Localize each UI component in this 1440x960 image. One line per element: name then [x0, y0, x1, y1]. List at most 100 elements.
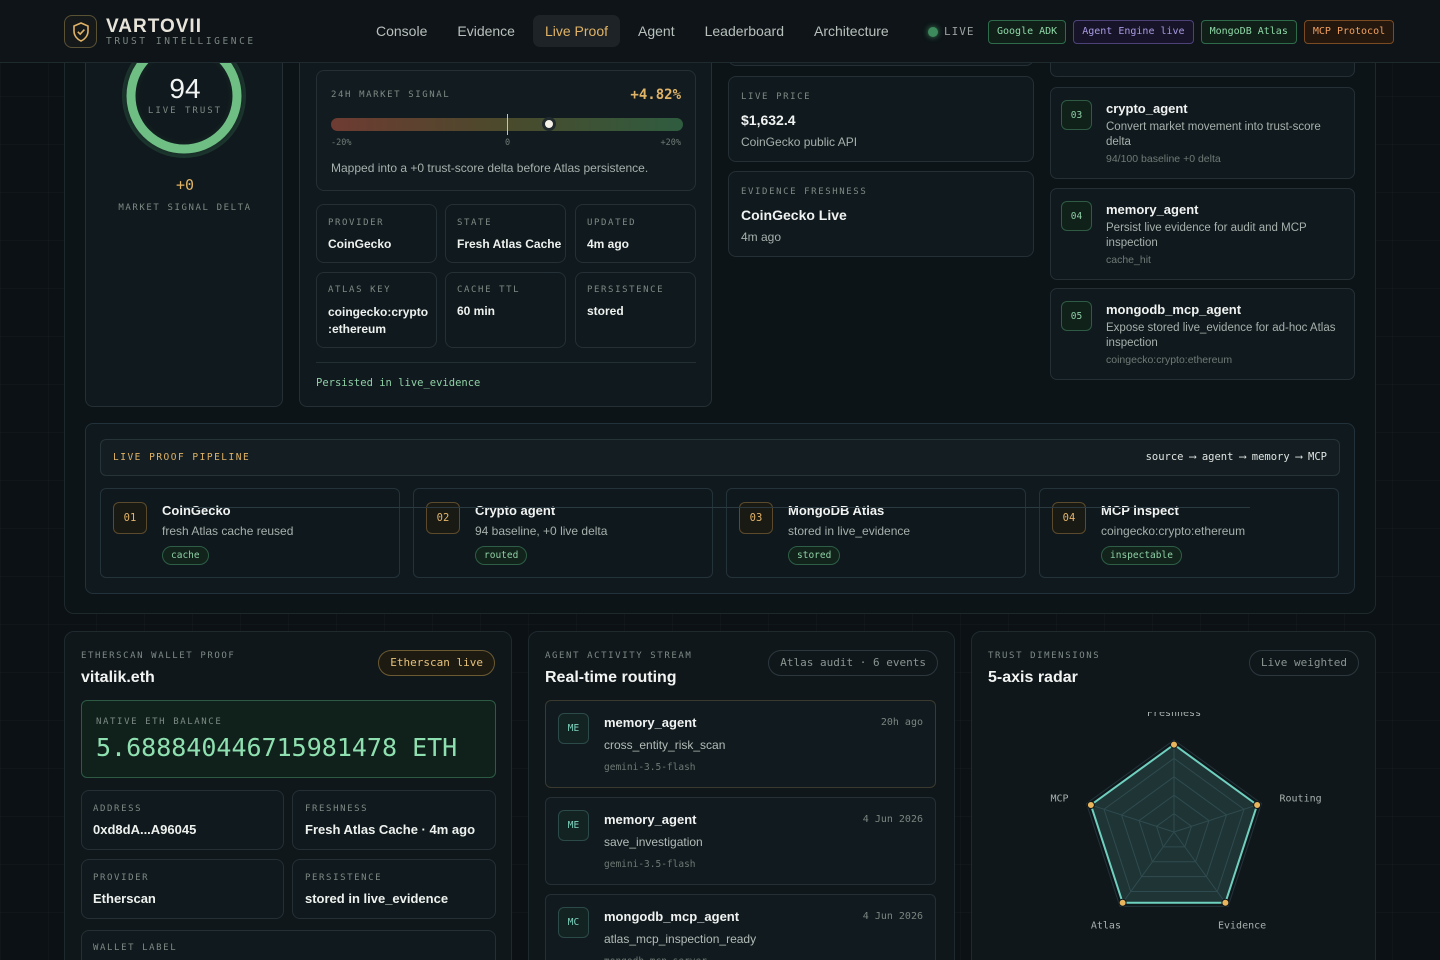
balance-label: NATIVE ETH BALANCE: [96, 717, 223, 727]
event-name: save_investigation: [604, 835, 703, 849]
step-chip: cache: [162, 546, 209, 565]
live-weighted-pill: Live weighted: [1248, 650, 1359, 676]
badge-agent-engine: Agent Engine live: [1073, 20, 1194, 44]
live-price-label: LIVE PRICE: [741, 92, 812, 102]
wallet-proof-card: ETHERSCAN WALLET PROOF vitalik.eth Ether…: [64, 631, 512, 960]
freshness-label: EVIDENCE FRESHNESS: [741, 187, 868, 197]
agent-card-memory[interactable]: 04 memory_agent Persist live evidence fo…: [1050, 188, 1355, 280]
agent-name: memory_agent: [1106, 202, 1199, 217]
field-label: ADDRESS: [93, 804, 143, 814]
trust-score-card: 94 LIVE TRUST +0 MARKET SIGNAL DELTA: [85, 30, 283, 407]
pipeline-step-mcp-inspect[interactable]: 04 MCP inspect coingecko:crypto:ethereum…: [1039, 488, 1339, 578]
market-signal-note: Mapped into a +0 trust-score delta befor…: [331, 161, 649, 175]
step-description: 94 baseline, +0 live delta: [475, 524, 608, 538]
arrow-right-icon: ⟶: [1239, 451, 1246, 463]
event-agent: mongodb_mcp_agent: [604, 909, 740, 924]
badge-mcp-protocol: MCP Protocol: [1303, 20, 1395, 44]
radar-axis-label-atlas: Atlas: [1091, 920, 1121, 931]
radar-axis-label-evidence: Evidence: [1218, 920, 1266, 931]
flow-mcp: MCP: [1308, 451, 1327, 463]
nav-console[interactable]: Console: [364, 15, 439, 47]
arrow-right-icon: ⟶: [1189, 451, 1196, 463]
agent-card-crypto[interactable]: 03 crypto_agent Convert market movement …: [1050, 87, 1355, 179]
field-persistence: PERSISTENCE stored: [575, 272, 696, 348]
market-delta-label: MARKET SIGNAL DELTA: [118, 203, 252, 213]
pipeline-step-crypto-agent[interactable]: 02 Crypto agent 94 baseline, +0 live del…: [413, 488, 713, 578]
field-label: STATE: [457, 218, 493, 228]
agent-avatar-icon: ME: [558, 713, 589, 744]
main-nav: Console Evidence Live Proof Agent Leader…: [364, 15, 901, 47]
activity-event[interactable]: ME memory_agent 20h ago cross_entity_ris…: [545, 700, 936, 788]
field-label: PERSISTENCE: [587, 285, 665, 295]
pipeline-label: LIVE PROOF PIPELINE: [113, 452, 251, 463]
event-model: gemini-3.5-flash: [604, 859, 696, 870]
step-number: 01: [113, 502, 147, 534]
agent-card-mongodb-mcp[interactable]: 05 mongodb_mcp_agent Expose stored live_…: [1050, 288, 1355, 380]
divider: [316, 362, 696, 363]
field-updated: UPDATED 4m ago: [575, 204, 696, 263]
agent-description: Expose stored live_evidence for ad-hoc A…: [1106, 322, 1336, 349]
nav-leaderboard[interactable]: Leaderboard: [693, 15, 796, 47]
step-chip: inspectable: [1101, 546, 1182, 565]
flow-agent: agent: [1201, 451, 1234, 463]
field-value: Fresh Atlas Cache: [457, 237, 562, 251]
radar-chart: Freshness Routing Evidence Atlas MCP: [1050, 712, 1321, 931]
freshness-value: CoinGecko Live: [741, 207, 847, 223]
step-title: Crypto agent: [475, 503, 556, 518]
event-time: 4 Jun 2026: [862, 911, 923, 922]
field-value: 60 min: [457, 304, 496, 318]
agent-activity-card: AGENT ACTIVITY STREAM Real-time routing …: [528, 631, 955, 960]
brand-subtitle: TRUST INTELLIGENCE: [106, 36, 256, 47]
step-chip: routed: [475, 546, 528, 565]
radar-point-routing: [1253, 800, 1262, 809]
field-atlas-key: ATLAS KEY coingecko:crypto :ethereum: [316, 272, 437, 348]
wallet-field-label: WALLET LABEL: [81, 930, 496, 960]
market-signal-label: 24H MARKET SIGNAL: [331, 90, 451, 100]
activity-title: Real-time routing: [545, 669, 677, 686]
field-provider: PROVIDER CoinGecko: [316, 204, 437, 263]
pipeline-header-bar: LIVE PROOF PIPELINE source ⟶ agent ⟶ mem…: [100, 439, 1340, 476]
tech-badges: Google ADK Agent Engine live MongoDB Atl…: [988, 20, 1395, 44]
event-name: cross_entity_risk_scan: [604, 738, 726, 752]
pipeline-connector: [180, 507, 1250, 508]
nav-agent[interactable]: Agent: [626, 15, 687, 47]
market-delta-value: +0: [175, 176, 195, 194]
flow-source: source: [1145, 451, 1184, 463]
nav-architecture[interactable]: Architecture: [802, 15, 901, 47]
pipeline-step-coingecko[interactable]: 01 CoinGecko fresh Atlas cache reused ca…: [100, 488, 400, 578]
live-dot-icon: [928, 26, 938, 37]
live-price-source: CoinGecko public API: [741, 135, 858, 149]
field-cache-ttl: CACHE TTL 60 min: [445, 272, 566, 348]
radar-title: 5-axis radar: [988, 669, 1078, 686]
pipeline-step-mongodb-atlas[interactable]: 03 MongoDB Atlas stored in live_evidence…: [726, 488, 1026, 578]
step-title: MCP inspect: [1101, 503, 1179, 518]
logo[interactable]: [64, 15, 97, 48]
field-label: PROVIDER: [328, 218, 385, 228]
nav-evidence[interactable]: Evidence: [445, 15, 527, 47]
agent-meta: coingecko:crypto:ethereum: [1106, 354, 1233, 366]
agent-step-number: 05: [1061, 301, 1092, 331]
activity-event[interactable]: ME memory_agent 4 Jun 2026 save_investig…: [545, 797, 936, 885]
step-title: CoinGecko: [162, 503, 231, 518]
wallet-title: vitalik.eth: [81, 669, 155, 686]
field-value: Fresh Atlas Cache · 4m ago: [305, 822, 476, 837]
badge-mongodb-atlas: MongoDB Atlas: [1200, 20, 1297, 44]
wallet-field-provider: PROVIDER Etherscan: [81, 859, 284, 919]
activity-event[interactable]: MC mongodb_mcp_agent 4 Jun 2026 atlas_mc…: [545, 894, 936, 960]
badge-google-adk: Google ADK: [988, 20, 1067, 44]
arrow-right-icon: ⟶: [1295, 451, 1303, 463]
persisted-note: Persisted in live_evidence: [316, 377, 481, 389]
activity-section-label: AGENT ACTIVITY STREAM: [545, 651, 693, 661]
nav-live-proof[interactable]: Live Proof: [532, 15, 621, 47]
slider-max-label: +20%: [660, 138, 681, 148]
field-value: 0xd8dA...A96045: [93, 822, 197, 837]
step-chip: stored: [788, 546, 841, 565]
agent-avatar-icon: ME: [558, 810, 589, 841]
radar-series-area: [1089, 743, 1259, 904]
live-indicator: LIVE: [928, 25, 975, 38]
event-agent: memory_agent: [604, 812, 697, 827]
field-value: CoinGecko: [328, 237, 392, 251]
evidence-freshness-card: EVIDENCE FRESHNESS CoinGecko Live 4m ago: [728, 171, 1034, 257]
field-label: FRESHNESS: [305, 804, 369, 814]
field-label: UPDATED: [587, 218, 637, 228]
